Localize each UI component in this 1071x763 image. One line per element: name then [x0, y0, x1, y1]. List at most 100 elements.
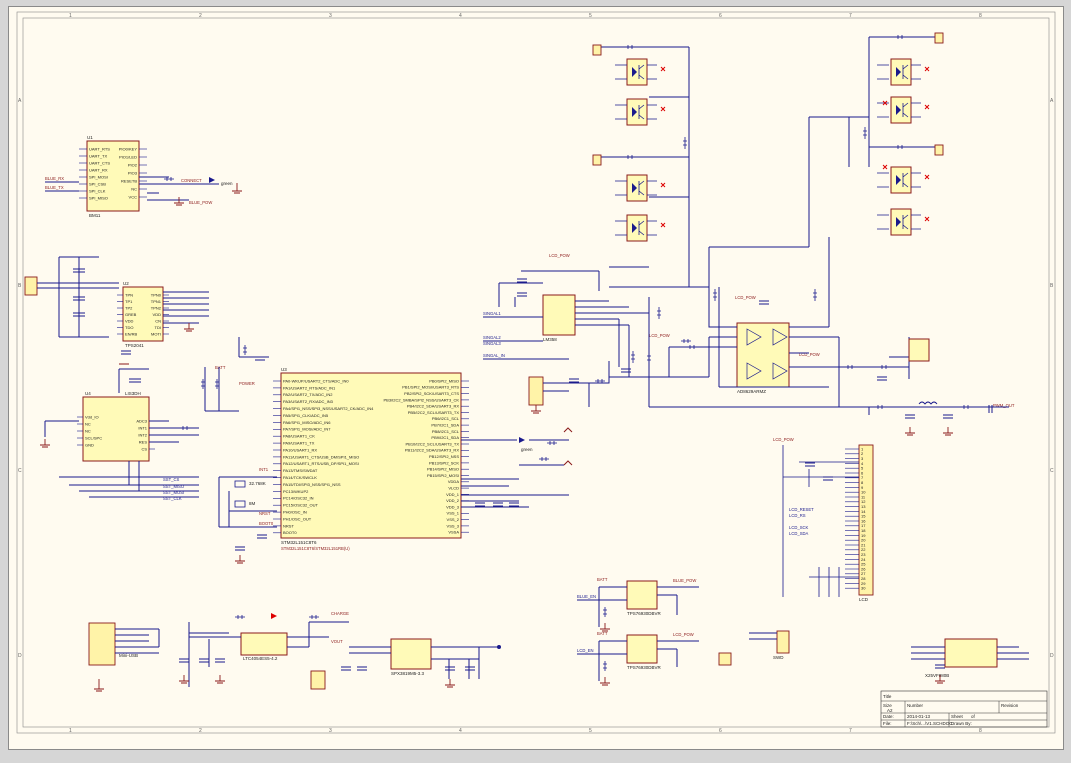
pin-label: PA10/USART1_RX	[283, 447, 317, 452]
title-block: Title Size A2 Number Revision Date: 2014…	[880, 690, 1048, 728]
vcc-node	[497, 645, 501, 649]
pin-label: SPI_CSB	[89, 181, 106, 186]
pin-label: PB2/SPI2_SCK/USART3_CTS	[404, 391, 459, 396]
pin-label: TDO	[125, 325, 133, 330]
optocoupler-4[interactable]	[615, 214, 657, 242]
pin-label: PA8/USART1_CK	[283, 434, 315, 439]
pin-label: PB8/I2C1_SCL	[432, 429, 460, 434]
pin-label: SPI_MISO	[89, 195, 108, 200]
pin-label: Vdd_IO	[85, 414, 99, 419]
u1-bluetooth-module[interactable]: U1 BM11 UART_RTS UART_TX UART_CTS UART_RX SP…	[79, 135, 147, 218]
net-lcd-rs: LCD_RS	[789, 513, 806, 518]
lcd-connector[interactable]: LCD 123456789101112131415161718192021222…	[845, 444, 874, 602]
tb-sheet-label: Sheet	[951, 714, 964, 719]
test-point-2[interactable]	[592, 154, 602, 166]
pin-label: PIO1/LED	[119, 154, 137, 159]
pin-label: UART_CTS	[89, 160, 110, 165]
zone-bottom-3: 3	[329, 728, 332, 734]
test-point-1[interactable]	[592, 44, 602, 56]
u5-charger[interactable]: LTC4054ES5-4.2	[240, 632, 288, 661]
pin-label: PC14/OSC32_IN	[283, 496, 314, 501]
output-buffer-opamp[interactable]	[908, 338, 930, 362]
pin-label: MOTI	[151, 331, 161, 336]
pin-label: GND	[85, 442, 94, 447]
zone-left-C: C	[18, 468, 22, 474]
u7-opamp[interactable]: LM358	[542, 294, 576, 342]
pin-label: VSS_1	[447, 511, 460, 516]
no-connect-mark	[924, 104, 930, 110]
tb-size-value: A2	[887, 708, 893, 713]
connector-p1-left[interactable]	[24, 276, 38, 296]
net-blue-en: BLUE_EN	[577, 594, 596, 599]
u4-accelerometer[interactable]: U4 LIS3DH Vdd_IO NC NC SCL/SPC GND ADC3 INT1 IN…	[77, 391, 155, 462]
tb-drawn-label: Drawn By:	[951, 721, 972, 726]
lcd-connector-label: LCD	[859, 597, 869, 602]
no-connect-mark	[924, 216, 930, 222]
optocoupler-8[interactable]	[877, 208, 921, 236]
crystal-32k-label: 32.768K	[249, 481, 266, 486]
net-blue-rx: BLUE_RX	[45, 176, 64, 181]
u3-mcu[interactable]: U3 STM32L151C8T6 STM32L151C8T6/STM32L151…	[273, 367, 469, 551]
pin-label: PB6/I2C1_SCL	[432, 416, 460, 421]
pin-label: PA6/SPI1_MISO/ADC_IN6	[283, 420, 331, 425]
tb-date-value: 2014-01-13	[907, 714, 931, 719]
switch-s1[interactable]	[310, 670, 326, 690]
optocoupler-2[interactable]	[615, 98, 657, 126]
tb-date-label: Date:	[883, 714, 894, 719]
u6-name: SPX3819M5-3.3	[391, 671, 425, 676]
net-signal3: SINGAL3	[483, 341, 501, 346]
u10-regulator[interactable]: TPS76930DBVR	[626, 634, 662, 670]
pin-label: SPI_CLK	[89, 188, 106, 193]
pin-label: TP1	[125, 299, 133, 304]
pin-label: NRST	[283, 523, 294, 528]
pin-label: PH1/OSC_OUT	[283, 516, 312, 521]
usb-connector[interactable]	[88, 622, 116, 666]
net-connect: CONNECT	[181, 178, 202, 183]
optocoupler-7[interactable]	[877, 166, 921, 194]
pin-label: VDD_1	[446, 492, 460, 497]
pin-label: VDDA	[448, 479, 459, 484]
pin-label: PB11/I2C2_SDA/USART3_RX	[405, 448, 459, 453]
usb-connector-label: Mini-USB	[119, 653, 138, 658]
u9-regulator[interactable]: TPS76930DBVR	[626, 580, 662, 616]
pin-label: PB1/SPI2_MOSI/USART3_RTS	[402, 385, 459, 390]
test-point-4[interactable]	[934, 144, 944, 156]
pin-label: VDD	[153, 312, 162, 317]
u6-ldo[interactable]: SPX3819M5-3.3	[390, 638, 432, 676]
optocoupler-1[interactable]	[615, 58, 657, 86]
led-module-small[interactable]	[718, 652, 732, 666]
zone-bottom-2: 2	[199, 728, 202, 734]
zone-right-D: D	[1050, 653, 1054, 659]
net-batt-1: BATT	[215, 365, 226, 370]
zone-bottom-6: 6	[719, 728, 722, 734]
zone-left-D: D	[18, 653, 22, 659]
pin-label: CN	[155, 318, 161, 323]
pin-label: CS	[141, 446, 147, 451]
u2-module[interactable]: U2 TPS2041 TPNTP1TP2GREBVDDTDOEN/RBTPN0T…	[117, 281, 169, 348]
pin-label: VDD_3	[446, 504, 460, 509]
pin-label: VDD	[125, 318, 134, 323]
net-signal-in: SINGAL_IN	[483, 353, 505, 358]
no-connect-mark	[660, 106, 666, 112]
led-d2	[519, 437, 525, 443]
pin-label: SCL/SPC	[85, 435, 102, 440]
test-point-3[interactable]	[934, 32, 944, 44]
net-blue-tx: BLUE_TX	[45, 185, 64, 190]
pin-label: PA1/USART2_RTS/ADC_IN1	[283, 385, 336, 390]
pin-label: INT2	[138, 432, 147, 437]
pin-label: PA13/TMS/SWDAT	[283, 468, 318, 473]
pin-label: PC15/OSC32_OUT	[283, 503, 318, 508]
no-connect-mark	[660, 66, 666, 72]
optocoupler-5[interactable]	[877, 58, 921, 86]
net-sst-mosi: SST_MOSI	[163, 490, 184, 495]
swd-connector-label: SWD	[773, 655, 784, 660]
tb-number-label: Number	[907, 703, 924, 708]
net-vout: VOUT	[331, 639, 343, 644]
u2-ref: U2	[123, 281, 129, 286]
no-connect-mark	[660, 182, 666, 188]
net-signal2: SINGAL2	[483, 335, 501, 340]
trimpot-p2[interactable]	[528, 376, 544, 406]
swd-connector[interactable]	[776, 630, 790, 654]
net-lcd-sda: LCD_SDA	[789, 531, 809, 536]
schematic-sheet: 1 1 2 2 3 3 4 4 5 5 6 6 7 7 8 8 A A B B C C D D U1 BM11 UART_RT…	[8, 6, 1064, 750]
